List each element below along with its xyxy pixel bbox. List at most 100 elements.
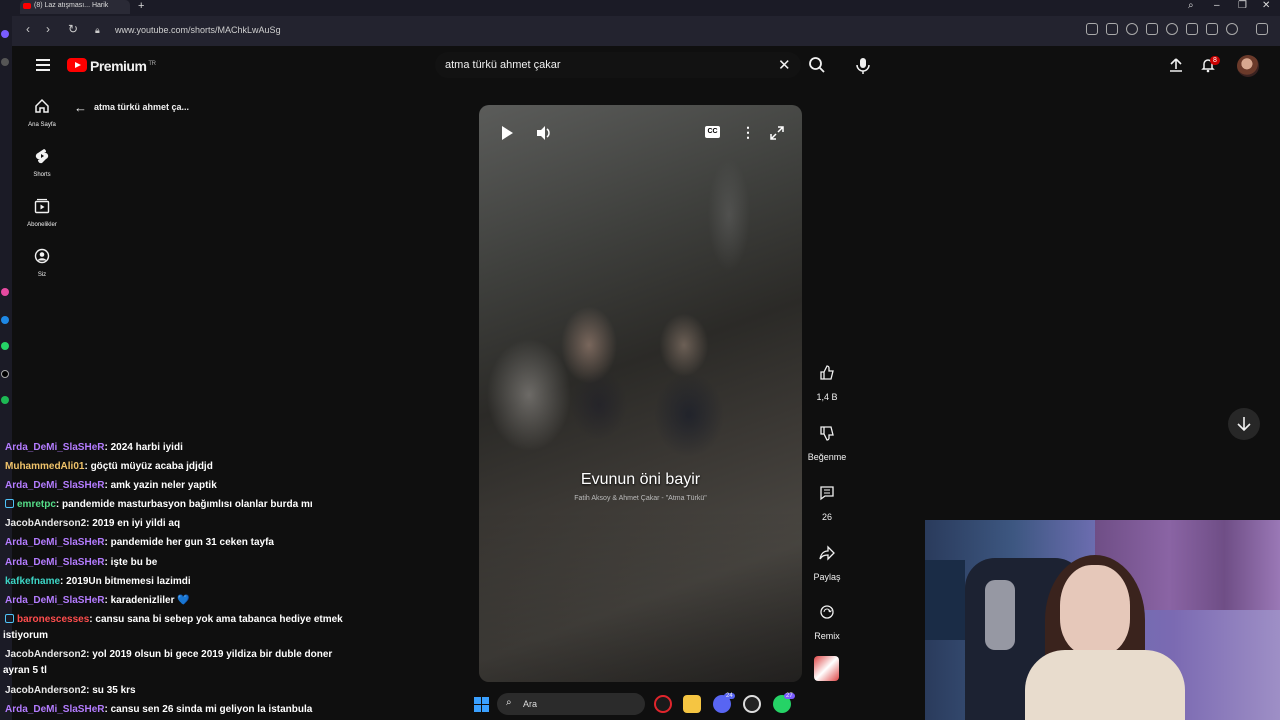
download-icon[interactable]: [1186, 23, 1198, 35]
video-frame: [479, 105, 802, 682]
subscriptions-icon: [34, 198, 50, 214]
arrow-down-icon: [1237, 417, 1251, 432]
shield-icon[interactable]: [1126, 23, 1138, 35]
browser-tab[interactable]: (8) Laz atışması... Harik: [20, 0, 130, 14]
steam-icon[interactable]: [743, 695, 761, 713]
chat-text: : 2024 harbi iyidi: [104, 442, 183, 453]
like-icon: [812, 358, 842, 388]
chat-username[interactable]: Arda_DeMi_SlaSHeR: [5, 480, 104, 491]
account-icon[interactable]: [1226, 23, 1238, 35]
browser-search-icon[interactable]: ⌕: [1188, 0, 1194, 11]
play-icon[interactable]: [1146, 23, 1158, 35]
nav-subscriptions-label: Abonelikler: [27, 222, 57, 228]
avatar[interactable]: [1237, 55, 1259, 77]
sound-thumbnail[interactable]: [814, 656, 839, 681]
sidebar-instagram-icon[interactable]: [1, 288, 9, 296]
chat-username[interactable]: JacobAnderson2: [5, 685, 86, 696]
streamer-face: [1060, 565, 1130, 655]
chat-username[interactable]: Arda_DeMi_SlaSHeR: [5, 537, 104, 548]
chat-username[interactable]: Arda_DeMi_SlaSHeR: [5, 442, 104, 453]
next-video-button[interactable]: [1228, 408, 1260, 440]
captions-cc-icon[interactable]: CC: [705, 126, 720, 138]
lock-icon: 🔒︎: [95, 25, 100, 35]
chat-text: : su 35 krs: [86, 685, 136, 696]
comment-count: 26: [821, 512, 832, 522]
heart-icon[interactable]: [1166, 23, 1178, 35]
search-icon[interactable]: [808, 56, 826, 74]
share-icon: [812, 538, 842, 568]
taskbar-search[interactable]: [497, 693, 645, 715]
camera-icon[interactable]: [1106, 23, 1118, 35]
dislike-button[interactable]: Beğenme: [806, 418, 848, 462]
nav-subscriptions[interactable]: Abonelikler: [18, 198, 66, 228]
chat-message: MuhammedAli01: göçtü müyüz acaba jdjdjd: [5, 461, 213, 472]
taskbar-search-placeholder[interactable]: Ara: [523, 699, 537, 709]
like-button[interactable]: 1,4 B: [806, 358, 848, 402]
back-icon[interactable]: ‹: [26, 22, 30, 36]
chat-username[interactable]: Arda_DeMi_SlaSHeR: [5, 704, 104, 715]
video-caption: Evunun öni bayir: [580, 471, 701, 488]
you-icon: [34, 248, 50, 264]
search-input[interactable]: atma türkü ahmet çakar: [445, 59, 561, 71]
opera-settings-icon[interactable]: [1256, 23, 1268, 35]
url-field[interactable]: www.youtube.com/shorts/MAChkLwAuSg: [115, 25, 281, 35]
youtube-premium-logo[interactable]: Premium TR: [90, 58, 156, 74]
upload-icon[interactable]: [1168, 57, 1184, 73]
chat-text: : karadenizliler 💙: [104, 595, 190, 606]
forward-icon[interactable]: ›: [46, 22, 50, 36]
chat-username[interactable]: MuhammedAli01: [5, 461, 84, 472]
sidebar-spotify-icon[interactable]: [1, 396, 9, 404]
sidebar-whatsapp-icon[interactable]: [1, 342, 9, 350]
chat-username[interactable]: emretpc: [17, 499, 56, 510]
chat-username[interactable]: JacobAnderson2: [5, 649, 86, 660]
chat-message: JacobAnderson2: su 35 krs: [5, 685, 136, 696]
sidebar-app-icon[interactable]: [1, 30, 9, 38]
back-arrow-icon[interactable]: ←: [74, 100, 87, 115]
chat-text: : işte bu be: [104, 557, 158, 568]
menu-icon[interactable]: [36, 59, 50, 71]
opera-gx-icon[interactable]: [654, 695, 672, 713]
chat-message-continued: istiyorum: [3, 630, 49, 641]
sidebar-x-icon[interactable]: [1, 370, 9, 378]
nav-shorts[interactable]: Shorts: [18, 148, 66, 178]
more-options-icon[interactable]: ⋮: [741, 124, 755, 141]
windows-start-icon[interactable]: [474, 697, 489, 712]
remix-button[interactable]: Remix: [806, 597, 848, 641]
youtube-logo-icon[interactable]: [67, 58, 87, 72]
sidebar-messenger-icon[interactable]: [1, 316, 9, 324]
reload-icon[interactable]: ↻: [68, 22, 78, 36]
menu-icon[interactable]: [1206, 23, 1218, 35]
play-icon[interactable]: [498, 124, 516, 142]
new-tab-icon[interactable]: +: [138, 0, 144, 12]
like-count: 1,4 B: [816, 392, 838, 402]
sidebar-app-icon[interactable]: [1, 58, 9, 66]
shorts-video-player[interactable]: [479, 105, 802, 682]
chat-text: : pandemide her gun 31 ceken tayfa: [104, 537, 274, 548]
streamer-webcam: [925, 520, 1280, 720]
fullscreen-icon[interactable]: [770, 126, 784, 140]
nav-you[interactable]: Siz: [18, 248, 66, 278]
background-monitor: [925, 560, 965, 640]
minimize-icon[interactable]: –: [1214, 0, 1220, 11]
microphone-icon[interactable]: [852, 55, 874, 77]
close-window-icon[interactable]: ✕: [1262, 0, 1270, 11]
maximize-icon[interactable]: ❐: [1238, 0, 1247, 11]
clear-search-icon[interactable]: ✕: [778, 56, 791, 74]
chat-username[interactable]: JacobAnderson2: [5, 518, 86, 529]
dislike-icon: [812, 418, 842, 448]
file-explorer-icon[interactable]: [683, 695, 701, 713]
chat-username[interactable]: baronescesses: [17, 614, 89, 625]
volume-icon[interactable]: [535, 124, 553, 142]
nav-home[interactable]: Ana Sayfa: [18, 98, 66, 128]
chat-text: : pandemide masturbasyon bağımlısı olanl…: [55, 499, 313, 510]
chat-username[interactable]: Arda_DeMi_SlaSHeR: [5, 595, 104, 606]
chat-username[interactable]: Arda_DeMi_SlaSHeR: [5, 557, 104, 568]
chat-username[interactable]: kafkefname: [5, 576, 60, 587]
chat-text: : amk yazin neler yaptik: [104, 480, 217, 491]
extension-edit-icon[interactable]: [1086, 23, 1098, 35]
tab-title: (8) Laz atışması... Harik: [34, 2, 109, 9]
comments-button[interactable]: 26: [806, 478, 848, 522]
remix-icon: [812, 597, 842, 627]
home-icon: [35, 98, 49, 113]
share-button[interactable]: Paylaş: [806, 538, 848, 582]
